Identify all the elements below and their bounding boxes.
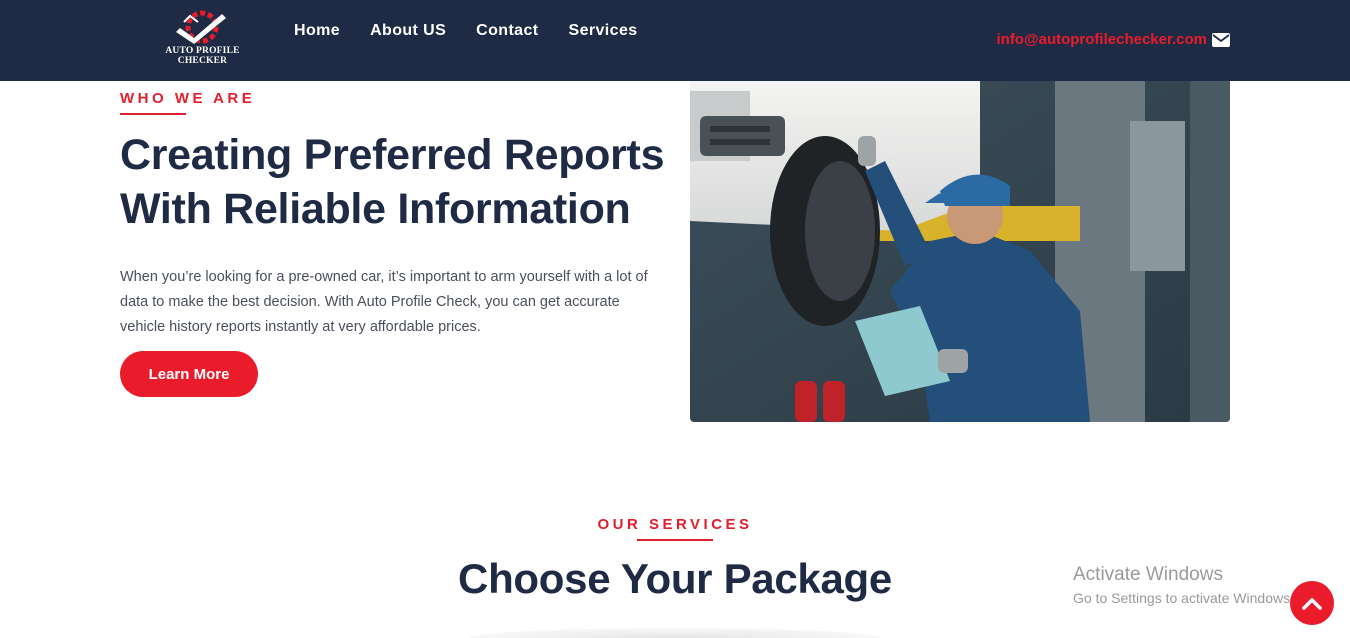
services-eyebrow: OUR SERVICES [597,516,753,533]
chevron-up-icon [1302,598,1322,610]
logo-text-line2: CHECKER [177,56,228,66]
gear-check-logo-icon [176,10,226,44]
envelope-icon [1212,32,1230,47]
package-card-shadow [470,628,880,638]
site-header: AUTO PROFILE CHECKER Home About US Conta… [0,0,1350,81]
site-logo[interactable]: AUTO PROFILE CHECKER [150,8,255,70]
hero-image [690,81,1230,422]
mechanic-photo-illustration [690,81,1230,422]
header-email[interactable]: info@autoprofilechecker.com [996,31,1230,48]
learn-more-button[interactable]: Learn More [120,351,258,397]
nav-services[interactable]: Services [569,22,638,40]
nav-home[interactable]: Home [294,22,340,40]
logo-wordmark: AUTO PROFILE CHECKER [150,46,255,66]
activate-windows-watermark: Activate Windows Go to Settings to activ… [1073,564,1294,606]
eyebrow-underline [120,113,186,115]
about-eyebrow: WHO WE ARE [120,90,256,107]
hero-description: When you’re looking for a pre-owned car,… [120,269,648,335]
services-underline [637,539,713,541]
email-link[interactable]: info@autoprofilechecker.com [996,31,1207,48]
logo-text-line1: AUTO PROFILE [165,46,240,56]
watermark-title: Activate Windows [1073,564,1223,585]
scroll-to-top-button[interactable] [1290,581,1334,625]
watermark-subtitle: Go to Settings to activate Windows. [1073,590,1294,606]
nav-about-us[interactable]: About US [370,22,446,40]
hero-title: Creating Preferred Reports With Reliable… [120,131,665,233]
nav-contact[interactable]: Contact [476,22,538,40]
main-nav: Home About US Contact Services [294,22,668,40]
